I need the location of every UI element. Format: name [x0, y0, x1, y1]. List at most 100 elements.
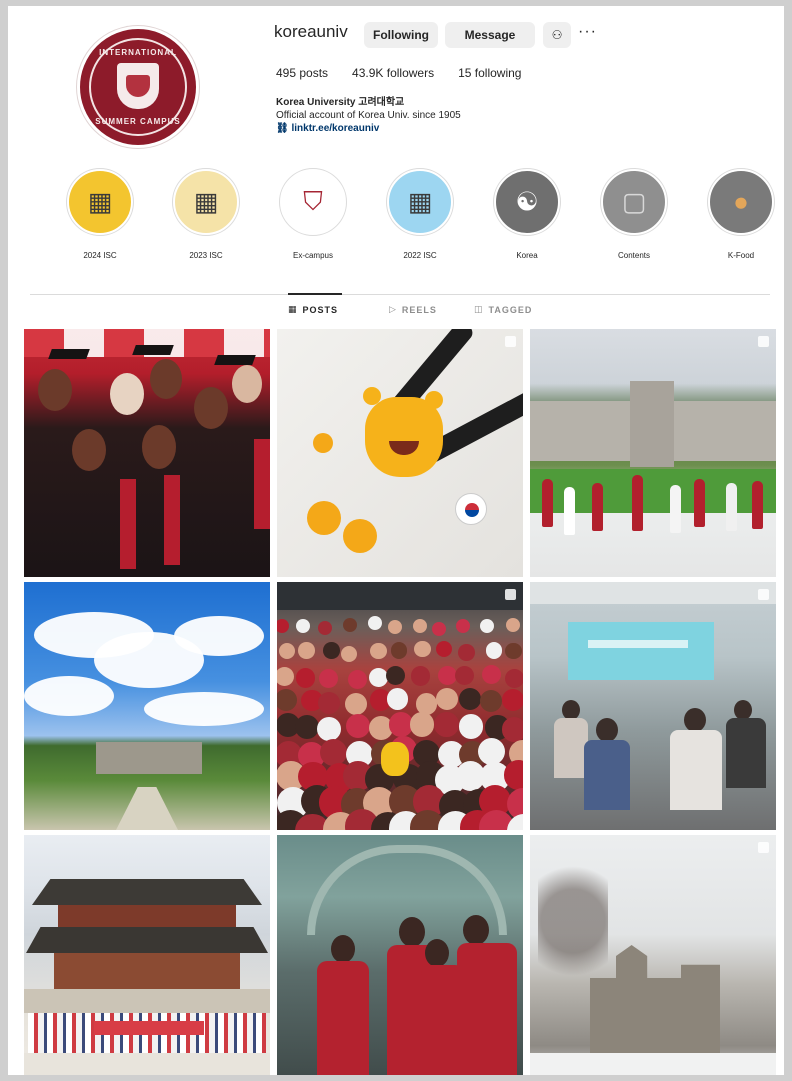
crowd-member [347, 669, 367, 689]
crowd-member [345, 693, 368, 715]
tab-posts[interactable]: ▦ POSTS [288, 304, 338, 315]
more-options-icon[interactable]: ··· [578, 23, 597, 41]
highlight-2[interactable]: ▦ 2023 ISC [161, 169, 251, 260]
face [150, 359, 182, 399]
reels-icon: ▷ [389, 304, 397, 314]
highlight-label: Ex-campus [292, 251, 333, 260]
pinned-icon [758, 336, 769, 347]
highlight-cover: ▦ [387, 169, 453, 235]
highlight-glyph-icon: ☯ [515, 186, 539, 217]
crowd-member [370, 642, 387, 660]
ceiling [530, 582, 776, 604]
tab-reels-label: REELS [401, 304, 437, 315]
post-tiger-toy[interactable] [277, 329, 523, 577]
shield-icon [117, 63, 159, 109]
post-palace-group[interactable] [24, 835, 270, 1075]
head [399, 917, 425, 947]
highlight-glyph-icon: ▦ [87, 186, 113, 217]
tiger-head [365, 397, 443, 477]
highlight-3[interactable]: ⛉ Ex-campus [268, 169, 358, 260]
bio-link[interactable]: ⛓ linktr.ee/koreauniv [276, 122, 461, 135]
palace-wall [58, 905, 236, 927]
post-snowy-building[interactable] [530, 835, 776, 1075]
link-icon: ⛓ [276, 123, 292, 134]
tagged-icon: ◫ [474, 304, 484, 314]
tab-tagged-label: TAGGED [488, 304, 533, 315]
avatar[interactable]: INTERNATIONAL SUMMER CAMPUS [77, 26, 199, 148]
crowd-member [458, 688, 481, 711]
highlight-7[interactable]: ● K-Food [696, 169, 784, 260]
crowd-member [502, 688, 523, 711]
crowd-member [409, 712, 435, 737]
person [752, 481, 763, 529]
red-shirt [317, 961, 369, 1075]
face [142, 425, 176, 469]
crowd-member [435, 640, 453, 658]
post-stadium-crowd[interactable] [277, 582, 523, 830]
snow [530, 1053, 776, 1075]
highlight-label: Korea [516, 251, 538, 260]
pinned-icon [505, 589, 516, 600]
active-tab-indicator [288, 293, 342, 295]
followers-count[interactable]: 43.9K followers [352, 66, 434, 80]
head [562, 700, 580, 720]
grad-cap [48, 349, 90, 359]
face [38, 369, 72, 411]
tiger-paw [313, 433, 333, 453]
highlight-label: 2023 ISC [189, 251, 223, 260]
crowd-member [458, 714, 483, 739]
highlight-glyph-icon: ⛉ [303, 186, 323, 216]
pinned-icon [758, 842, 769, 853]
crowd-member [458, 644, 475, 661]
tab-tagged[interactable]: ◫ TAGGED [474, 304, 532, 315]
cloud [144, 692, 264, 726]
post-classroom[interactable] [530, 582, 776, 830]
profile-header: INTERNATIONAL SUMMER CAMPUS koreauniv Fo… [8, 6, 784, 166]
highlight-cover: ▦ [173, 169, 239, 235]
person-body [726, 718, 766, 788]
crowd-member [455, 666, 475, 686]
highlight-1[interactable]: ▦ 2024 ISC [55, 169, 145, 260]
highlight-5[interactable]: ☯ Korea [482, 169, 572, 260]
crowd-member [432, 621, 447, 636]
tiger-doll [381, 742, 409, 776]
crowd-member [317, 621, 332, 636]
crowd-member [478, 738, 506, 766]
post-graduates[interactable] [24, 329, 270, 577]
crowd-member [504, 642, 522, 660]
face [194, 387, 228, 429]
crowd-member [320, 738, 348, 766]
cloud [174, 616, 264, 656]
person-body [554, 718, 588, 778]
crowd-member [481, 664, 501, 684]
suggested-accounts-button[interactable]: ⚇ [543, 22, 571, 48]
add-user-icon: ⚇ [551, 28, 563, 42]
highlight-4[interactable]: ▦ 2022 ISC [375, 169, 465, 260]
post-sky-campus[interactable] [24, 582, 270, 830]
grad-cap [214, 355, 256, 365]
crowd-member [479, 689, 502, 712]
highlight-6[interactable]: ▢ Contents [589, 169, 679, 260]
post-students-walking[interactable] [277, 835, 523, 1075]
head [425, 939, 449, 967]
highlight-cover: ☯ [494, 169, 560, 235]
story-highlights: ▦ 2024 ISC ▦ 2023 ISC ⛉ Ex-campus ▦ 2022 ISC ☯ Ko… [8, 169, 784, 274]
crowd-member [317, 716, 342, 741]
following-button[interactable]: Following [364, 22, 438, 48]
person [564, 487, 575, 535]
profile-tabs: ▦ POSTS ▷ REELS ◫ TAGGED [8, 304, 784, 324]
red-stole [120, 479, 136, 569]
message-button[interactable]: Message [445, 22, 535, 48]
post-campus-students[interactable] [530, 329, 776, 577]
display-name: Korea University 고려대학교 [276, 97, 405, 108]
head [331, 935, 355, 963]
crowd-member [277, 619, 289, 634]
highlight-glyph-icon: ▦ [193, 186, 219, 217]
crowd-member [343, 617, 358, 632]
following-count[interactable]: 15 following [458, 66, 521, 80]
profile-page: INTERNATIONAL SUMMER CAMPUS koreauniv Fo… [8, 6, 784, 1075]
profile-stats: 495 posts 43.9K followers 15 following [276, 66, 521, 80]
highlight-cover: ▦ [67, 169, 133, 235]
tab-reels[interactable]: ▷ REELS [389, 304, 437, 315]
highlight-label: Contents [617, 251, 651, 260]
